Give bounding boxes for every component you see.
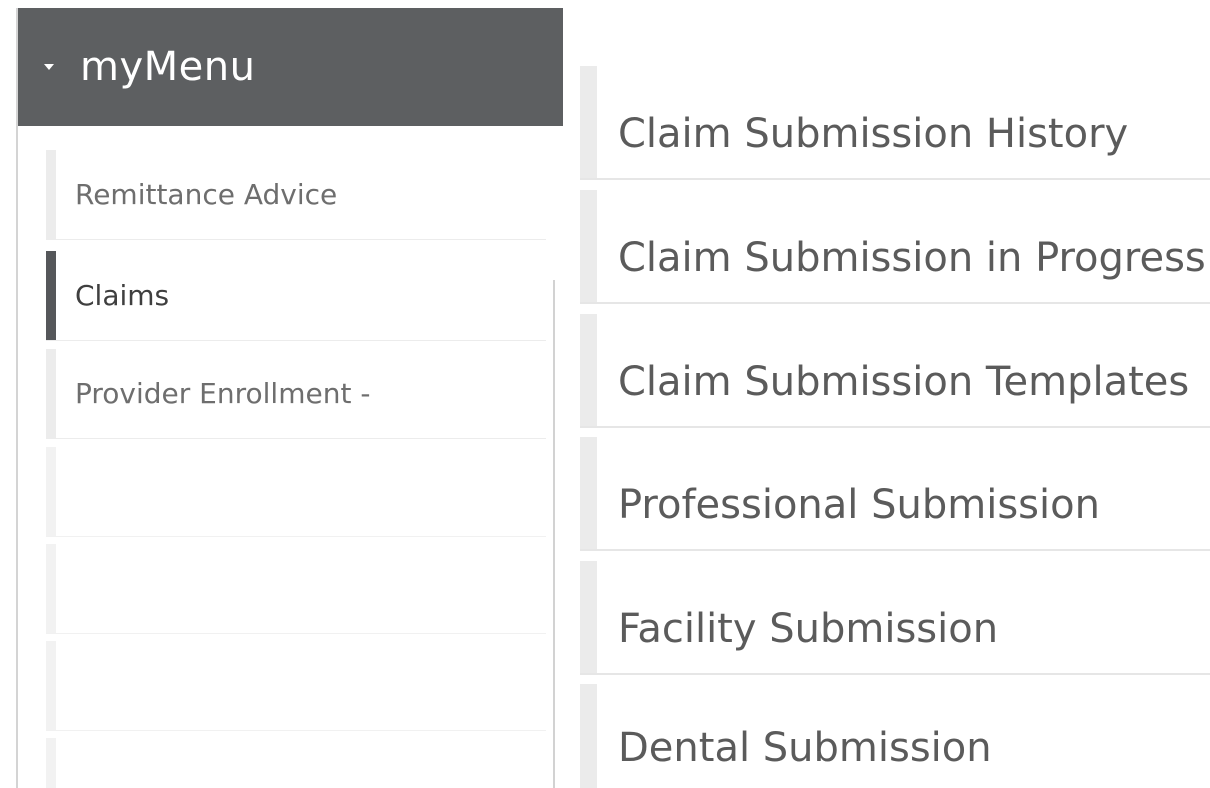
menu-item-marker (46, 544, 56, 633)
submenu-item-marker (580, 190, 597, 302)
menu-title: myMenu (80, 44, 256, 90)
submenu-item-marker (580, 684, 597, 788)
main-menu-panel: myMenu Remittance Advice Claims Provider… (16, 8, 563, 788)
submenu-item-marker (580, 314, 597, 426)
menu-item-blank[interactable] (46, 641, 546, 731)
submenu-item-marker (580, 437, 597, 549)
menu-item-claims[interactable]: Claims (46, 251, 546, 341)
menu-item-marker (46, 150, 56, 239)
menu-item-active-marker (46, 251, 56, 340)
submenu-item-professional-submission[interactable]: Professional Submission (580, 437, 1210, 551)
menu-item-provider-enrollment[interactable]: Provider Enrollment - (46, 349, 546, 439)
submenu-item-claim-submission-templates[interactable]: Claim Submission Templates (580, 314, 1210, 428)
panel-divider (553, 280, 555, 788)
submenu-item-label: Facility Submission (618, 606, 999, 652)
submenu-item-label: Claim Submission History (618, 111, 1129, 157)
menu-item-marker (46, 447, 56, 536)
menu-page: myMenu Remittance Advice Claims Provider… (0, 0, 1210, 788)
submenu-item-facility-submission[interactable]: Facility Submission (580, 561, 1210, 675)
menu-item-marker (46, 641, 56, 730)
menu-item-marker (46, 349, 56, 438)
submenu-item-claim-submission-history[interactable]: Claim Submission History (580, 66, 1210, 180)
submenu-item-label: Dental Submission (618, 725, 992, 771)
submenu-item-dental-submission[interactable]: Dental Submission (580, 684, 1210, 788)
submenu-item-marker (580, 561, 597, 673)
menu-item-blank[interactable] (46, 738, 546, 788)
menu-item-label: Claims (75, 279, 170, 312)
menu-item-blank[interactable] (46, 447, 546, 537)
submenu-item-label: Claim Submission in Progress (618, 235, 1206, 281)
submenu-item-label: Claim Submission Templates (618, 359, 1190, 405)
menu-item-marker (46, 738, 56, 788)
menu-item-label: Remittance Advice (75, 178, 338, 211)
submenu-item-claim-submission-in-progress[interactable]: Claim Submission in Progress (580, 190, 1210, 304)
menu-item-blank[interactable] (46, 544, 546, 634)
menu-item-remittance-advice[interactable]: Remittance Advice (46, 150, 546, 240)
submenu-item-marker (580, 66, 597, 178)
submenu-item-label: Professional Submission (618, 482, 1100, 528)
caret-down-icon (44, 64, 54, 70)
menu-header[interactable]: myMenu (18, 8, 563, 126)
menu-item-label: Provider Enrollment - (75, 377, 371, 410)
